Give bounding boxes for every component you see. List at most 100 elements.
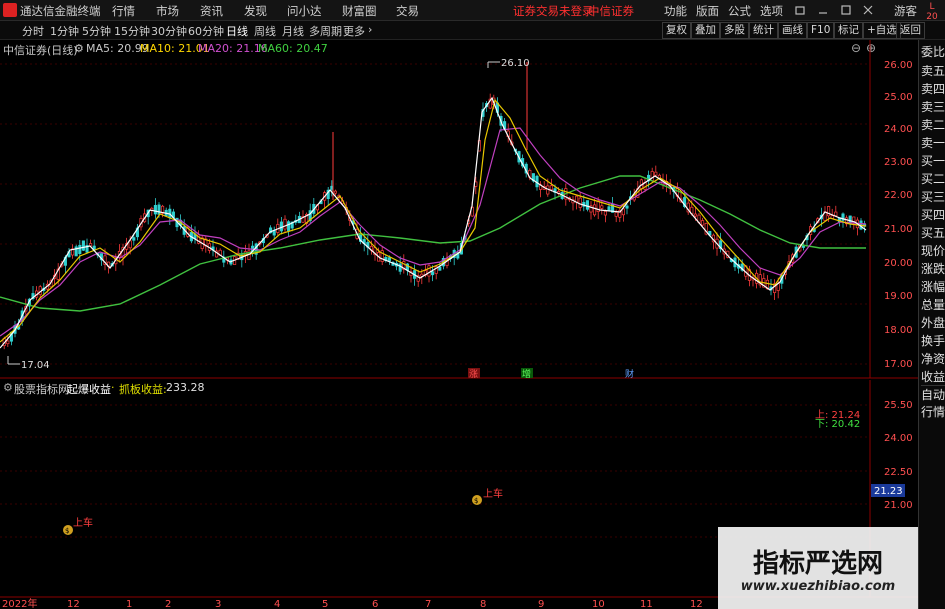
sidebar-item[interactable]: 委比 [921, 43, 945, 60]
watermark-url: www.xuezhibiao.com [740, 579, 896, 594]
y-tick: 20.00 [884, 258, 913, 269]
candlesticks [2, 62, 867, 350]
y-tick: 25.00 [884, 92, 913, 103]
candle-body [387, 257, 391, 262]
signal-label: 上车 [483, 487, 503, 500]
svg-text:$: $ [65, 527, 69, 535]
down-band-label: 下: 20.42 [815, 419, 860, 430]
candle-body [607, 206, 611, 212]
candle-body [593, 204, 597, 216]
indicator-title: 股票指标网 [14, 383, 69, 396]
candle-body [650, 171, 654, 182]
candle-body [153, 204, 157, 215]
sub-y-tick: 25.50 [884, 400, 913, 411]
kline-chart[interactable]: 26.10 17.04 涨 增 财 26.00 25.00 24.00 23.0… [0, 0, 918, 609]
sidebar-item[interactable]: 卖二 [921, 116, 945, 133]
x-tick: 4 [274, 599, 280, 609]
x-tick: 1 [126, 599, 132, 609]
indicator-name: 起爆收益 [67, 383, 111, 396]
sidebar-item[interactable]: 卖三 [921, 98, 945, 115]
candle-body [427, 265, 431, 277]
candle-body [834, 211, 838, 217]
candle-body [438, 266, 442, 271]
y-tick: 24.00 [884, 124, 913, 135]
x-tick: 2022年 [2, 597, 37, 609]
candle-body [614, 212, 618, 217]
high-marker [487, 61, 500, 68]
x-tick: 5 [322, 599, 328, 609]
signal-1[interactable]: $ 上车 [63, 516, 93, 535]
ma5-line [0, 96, 867, 349]
sidebar-item[interactable]: 卖五 [921, 62, 945, 79]
sub-y-tick: 24.00 [884, 433, 913, 444]
candle-body [283, 218, 287, 230]
event-marker-zeng[interactable]: 增 [522, 368, 531, 380]
y-tick: 18.00 [884, 325, 913, 336]
y-tick: 22.00 [884, 190, 913, 201]
sidebar-item[interactable]: 买四 [921, 206, 945, 223]
sidebar-item[interactable]: 外盘 [921, 314, 945, 331]
candle-body [578, 197, 582, 208]
signal-2[interactable]: $ 上车 [472, 487, 503, 505]
ma10-line [0, 98, 867, 343]
sidebar-item[interactable]: 自动 [921, 385, 945, 403]
x-tick: 12 [67, 599, 80, 609]
sidebar-item[interactable]: 换手 [921, 332, 945, 349]
y-tick: 17.00 [884, 359, 913, 370]
y-tick: 21.00 [884, 224, 913, 235]
candle-body [6, 340, 10, 345]
sidebar-item[interactable]: 卖四 [921, 80, 945, 97]
signal-label: 上车 [73, 516, 93, 529]
x-tick: 3 [215, 599, 221, 609]
x-tick: 2 [165, 599, 171, 609]
low-label: 17.04 [21, 360, 50, 371]
sidebar-item[interactable]: 总量 [921, 296, 945, 313]
candle-body [78, 244, 82, 254]
candle-body [81, 240, 85, 251]
sidebar-item[interactable]: 行情 [921, 403, 945, 420]
sidebar-item[interactable]: 买三 [921, 188, 945, 205]
high-label: 26.10 [501, 58, 530, 69]
candle-body [157, 204, 161, 215]
candle-body [603, 211, 607, 216]
quote-sidebar: 委比 卖五 卖四 卖三 卖二 卖一 买一 买二 买三 买四 买五 现价 涨跌 涨… [918, 40, 945, 609]
main-grid [0, 63, 870, 365]
sub-y-tick: 22.50 [884, 467, 913, 478]
ma20-line [0, 127, 867, 337]
indicator-settings-icon[interactable]: ⚙ [3, 381, 13, 394]
y-tick: 19.00 [884, 291, 913, 302]
event-marker-zhang[interactable]: 涨 [469, 369, 478, 380]
sidebar-item[interactable]: 收益 [921, 368, 945, 385]
current-price-tag: 21.23 [874, 486, 903, 497]
sidebar-item[interactable]: 涨幅 [921, 278, 945, 295]
x-tick: 6 [372, 599, 378, 609]
x-tick: 12 [690, 599, 703, 609]
sidebar-item[interactable]: 买一 [921, 152, 945, 169]
indicator-name2: 抓板收益: [119, 383, 167, 396]
low-marker [7, 356, 20, 365]
candle-body [333, 190, 337, 194]
candle-body [625, 205, 629, 209]
sidebar-item[interactable]: 买五 [921, 224, 945, 241]
candle-body [600, 205, 604, 209]
sidebar-item[interactable]: 买二 [921, 170, 945, 187]
y-tick: 26.00 [884, 60, 913, 71]
candle-body [585, 200, 589, 210]
svg-text:$: $ [474, 497, 478, 505]
candle-body [398, 263, 402, 272]
x-tick: 8 [480, 599, 486, 609]
candle-body [431, 271, 435, 276]
sidebar-item[interactable]: 净资 [921, 350, 945, 367]
x-tick: 10 [592, 599, 605, 609]
sub-grid [0, 404, 870, 538]
x-tick: 7 [425, 599, 431, 609]
candle-body [549, 185, 553, 191]
candle-body [621, 208, 625, 216]
candle-body [693, 213, 697, 217]
event-marker-cai[interactable]: 财 [625, 368, 634, 380]
sidebar-item[interactable]: 涨跌 [921, 260, 945, 277]
candle-body [279, 221, 283, 232]
watermark: 指标严选网 www.xuezhibiao.com [718, 527, 918, 609]
sidebar-item[interactable]: 卖一 [921, 134, 945, 151]
sidebar-item[interactable]: 现价 [921, 242, 945, 259]
